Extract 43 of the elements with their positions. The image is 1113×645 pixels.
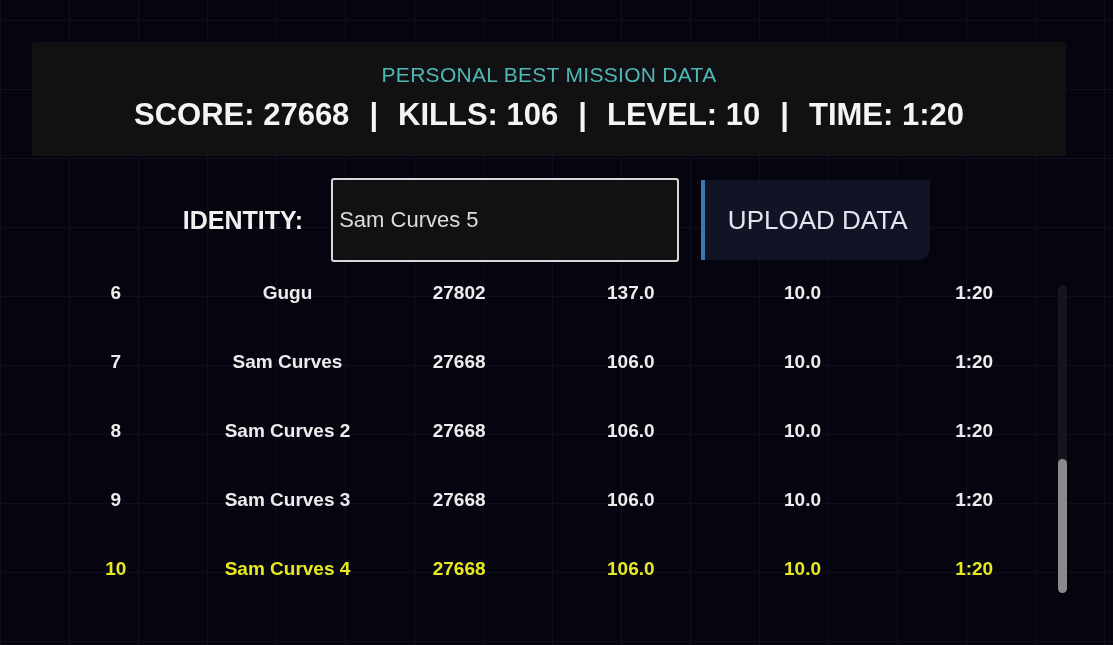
table-cell-text: Sam Curves 4 xyxy=(224,557,351,579)
identity-input-field[interactable]: Sam Curves 5 xyxy=(331,178,680,262)
separator-text: | xyxy=(578,97,587,133)
table-cell-text: 10.0 xyxy=(784,557,821,579)
table-cell-text: Sam Curves 3 xyxy=(224,488,351,510)
table-cell-text: 27668 xyxy=(432,419,486,441)
separator-text: | xyxy=(369,97,379,133)
table-cell-text: 1:20 xyxy=(955,350,994,372)
stat-text: LEVEL: 10 xyxy=(606,97,761,133)
table-cell-text: 27668 xyxy=(432,350,486,372)
table-cell-text: 1:20 xyxy=(955,281,994,303)
table-cell-text: 106.0 xyxy=(607,350,655,372)
table-cell-text: 10.0 xyxy=(784,488,821,510)
scrollbar-thumb[interactable] xyxy=(1058,459,1067,593)
table-cell-text: 137.0 xyxy=(607,281,655,303)
table-cell-text: 10.0 xyxy=(784,350,821,372)
table-cell-text: 7 xyxy=(110,350,122,372)
stat-text: SCORE: 27668 xyxy=(134,97,350,133)
table-cell-text: 10.0 xyxy=(784,281,821,303)
table-cell-text: 1:20 xyxy=(955,419,994,441)
table-cell-text: 6 xyxy=(110,281,122,303)
table-cell-text: 106.0 xyxy=(607,488,655,510)
table-cell-text: 27668 xyxy=(432,488,486,510)
table-cell-text: 10 xyxy=(105,557,127,579)
upload-data-button[interactable]: UPLOAD DATA xyxy=(701,180,931,260)
stat-text: TIME: 1:20 xyxy=(809,97,964,133)
table-cell-text: 1:20 xyxy=(955,488,994,510)
panel-title: PERSONAL BEST MISSION DATA xyxy=(381,63,717,87)
table-cell-text: 106.0 xyxy=(607,557,655,579)
table-cell-text: 9 xyxy=(110,488,122,510)
identity-label: IDENTITY: xyxy=(182,205,304,235)
separator-text: | xyxy=(780,97,789,133)
stat-text: KILLS: 106 xyxy=(398,97,559,133)
table-cell-text: Sam Curves 2 xyxy=(224,419,351,441)
table-cell-text: 106.0 xyxy=(607,419,655,441)
table-cell-text: 1:20 xyxy=(955,557,994,579)
table-cell-text: 10.0 xyxy=(784,419,821,441)
table-cell-text: 27668 xyxy=(432,557,486,579)
table-cell-text: Sam Curves xyxy=(232,350,343,372)
table-cell-text: 8 xyxy=(110,419,122,441)
table-cell-text: Gugu xyxy=(262,281,313,303)
table-cell-text: 27802 xyxy=(432,281,486,303)
scrollbar-track[interactable] xyxy=(1058,285,1067,593)
